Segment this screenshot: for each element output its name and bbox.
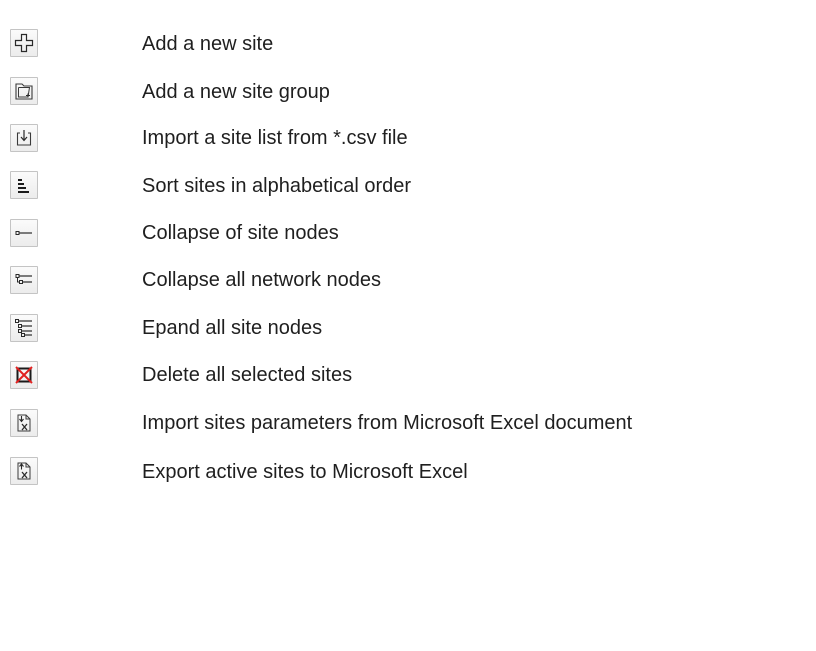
legend-row-add-site: Add a new site xyxy=(0,22,816,66)
expand-site-label: Epand all site nodes xyxy=(142,317,323,339)
import-excel-label: Import sites parameters from Microsoft E… xyxy=(142,412,633,434)
add-site-button[interactable] xyxy=(10,29,38,57)
import-excel-button[interactable] xyxy=(10,409,38,437)
import-csv-icon xyxy=(14,128,34,148)
sort-alphabetical-icon xyxy=(14,175,34,195)
collapse-site-nodes-icon xyxy=(14,223,34,243)
legend-row-collapse-network: Collapse all network nodes xyxy=(0,258,816,302)
legend-row-export-excel: Export active sites to Microsoft Excel xyxy=(0,449,816,493)
add-site-group-button[interactable] xyxy=(10,77,38,105)
collapse-network-nodes-button[interactable] xyxy=(10,266,38,294)
add-site-group-icon xyxy=(14,81,34,101)
import-excel-icon xyxy=(14,413,34,433)
legend-row-collapse-site: Collapse of site nodes xyxy=(0,211,816,255)
expand-site-nodes-icon xyxy=(14,318,34,338)
collapse-site-nodes-button[interactable] xyxy=(10,219,38,247)
delete-label: Delete all selected sites xyxy=(142,364,353,386)
collapse-site-label: Collapse of site nodes xyxy=(142,222,339,244)
legend-row-import-csv: Import a site list from *.csv file xyxy=(0,116,816,160)
export-excel-icon xyxy=(14,461,34,481)
sort-label: Sort sites in alphabetical order xyxy=(142,175,412,197)
import-csv-button[interactable] xyxy=(10,124,38,152)
delete-selected-icon xyxy=(14,365,34,385)
add-site-icon xyxy=(14,33,34,53)
collapse-network-label: Collapse all network nodes xyxy=(142,269,382,291)
expand-site-nodes-button[interactable] xyxy=(10,314,38,342)
legend-row-sort: Sort sites in alphabetical order xyxy=(0,163,816,207)
legend-row-delete: Delete all selected sites xyxy=(0,353,816,397)
sort-alphabetical-button[interactable] xyxy=(10,171,38,199)
export-excel-label: Export active sites to Microsoft Excel xyxy=(142,461,468,483)
legend-row-expand-site: Epand all site nodes xyxy=(0,306,816,350)
legend-row-add-site-group: Add a new site group xyxy=(0,69,816,113)
collapse-network-nodes-icon xyxy=(14,270,34,290)
delete-selected-button[interactable] xyxy=(10,361,38,389)
add-site-group-label: Add a new site group xyxy=(142,81,330,103)
export-excel-button[interactable] xyxy=(10,457,38,485)
add-site-label: Add a new site xyxy=(142,33,274,55)
legend-row-import-excel: Import sites parameters from Microsoft E… xyxy=(0,401,816,445)
import-csv-label: Import a site list from *.csv file xyxy=(142,127,408,149)
